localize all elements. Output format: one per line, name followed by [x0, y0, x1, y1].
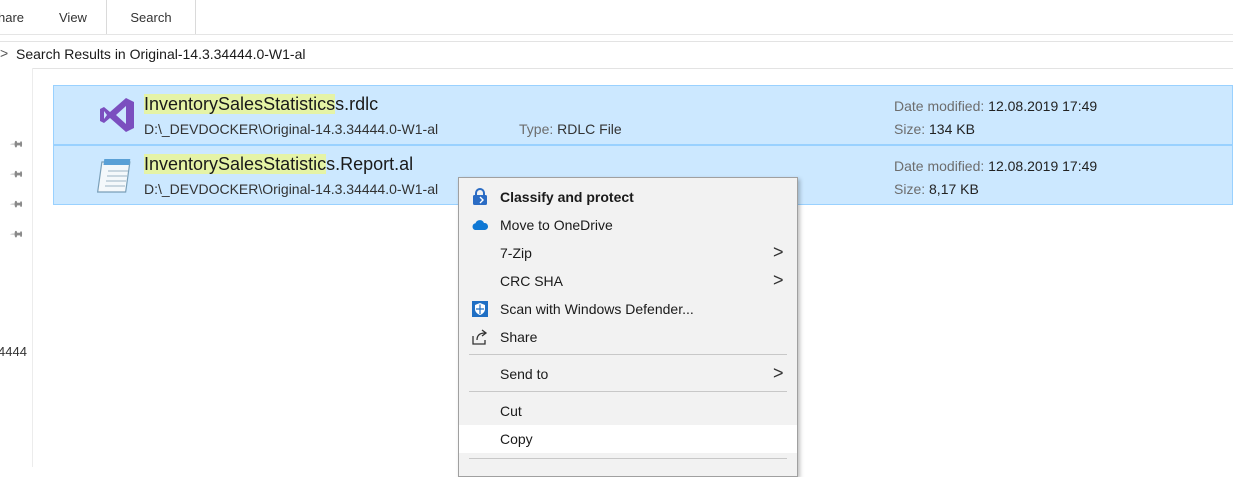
menu-item-label: 7-Zip [500, 245, 532, 261]
menu-item-label: Cut [500, 403, 522, 419]
menu-item-share[interactable]: Share [459, 323, 797, 351]
menu-item-7zip[interactable]: 7-Zip > [459, 239, 797, 267]
pin-icon[interactable]: 🖈 [9, 225, 27, 243]
menu-item-label: CRC SHA [500, 273, 564, 289]
result-row[interactable]: InventorySalesStatisticss.rdlc D:\_DEVDO… [53, 85, 1233, 145]
search-highlight: InventorySalesStatistic [144, 154, 327, 174]
ribbon: hare View Search [0, 0, 1233, 35]
menu-separator [469, 458, 787, 459]
defender-shield-icon [472, 301, 488, 317]
menu-item-label: Scan with Windows Defender... [500, 301, 694, 317]
date-label: Date modified: [894, 158, 985, 174]
onedrive-cloud-icon [472, 220, 489, 230]
file-type: Type: RDLC File [519, 121, 622, 137]
context-menu: Classify and protect Move to OneDrive 7-… [458, 177, 798, 477]
menu-item-scan-defender[interactable]: Scan with Windows Defender... [459, 295, 797, 323]
share-icon [472, 329, 488, 345]
menu-item-label: Share [500, 329, 538, 345]
type-label: Type: [519, 121, 554, 137]
size-label: Size: [894, 121, 926, 137]
pin-icon[interactable]: 🖈 [9, 135, 27, 153]
menu-item-classify-protect[interactable]: Classify and protect [459, 183, 797, 211]
file-name[interactable]: InventorySalesStatistics.Report.al [144, 154, 413, 175]
menu-item-send-to[interactable]: Send to > [459, 360, 797, 388]
menu-item-move-to-onedrive[interactable]: Move to OneDrive [459, 211, 797, 239]
menu-item-copy[interactable]: Copy [459, 425, 797, 453]
menu-item-label: Send to [500, 366, 549, 382]
file-path: D:\_DEVDOCKER\Original-14.3.34444.0-W1-a… [144, 181, 439, 197]
menu-item-crc-sha[interactable]: CRC SHA > [459, 267, 797, 295]
tab-view[interactable]: View [59, 0, 87, 34]
tab-search[interactable]: Search [106, 0, 196, 34]
pin-icon[interactable]: 🖈 [9, 195, 27, 213]
file-name[interactable]: InventorySalesStatisticss.rdlc [144, 94, 378, 115]
date-label: Date modified: [894, 98, 985, 114]
file-date: Date modified: 12.08.2019 17:49 [894, 158, 1097, 174]
size-value: 134 KB [929, 121, 975, 137]
size-label: Size: [894, 181, 926, 197]
nav-item-partial-label[interactable]: 4444 [0, 344, 27, 359]
navigation-pane: 🖈 🖈 🖈 🖈 4444 [0, 68, 33, 467]
pin-icon[interactable]: 🖈 [9, 165, 27, 183]
file-name-rest: s.Report.al [326, 154, 414, 174]
address-bar[interactable]: > Search Results in Original-14.3.34444.… [0, 41, 1233, 69]
visual-studio-icon [100, 98, 134, 132]
file-size: Size: 134 KB [894, 121, 975, 137]
date-value: 12.08.2019 17:49 [988, 158, 1098, 174]
submenu-arrow-icon: > [773, 270, 784, 290]
size-value: 8,17 KB [929, 181, 979, 197]
menu-item-label: Classify and protect [500, 189, 634, 205]
submenu-arrow-icon: > [773, 363, 784, 383]
tab-share[interactable]: hare [0, 0, 24, 34]
file-name-rest: s.rdlc [335, 94, 379, 114]
notepad-icon [96, 159, 131, 193]
menu-item-label: Copy [500, 431, 533, 447]
submenu-arrow-icon: > [773, 242, 784, 262]
file-size: Size: 8,17 KB [894, 181, 979, 197]
classify-lock-icon [473, 188, 487, 205]
search-highlight: InventorySalesStatistics [144, 94, 336, 114]
address-path[interactable]: Search Results in Original-14.3.34444.0-… [16, 46, 305, 62]
file-path: D:\_DEVDOCKER\Original-14.3.34444.0-W1-a… [144, 121, 439, 137]
chevron-right-icon[interactable]: > [0, 45, 8, 61]
file-date: Date modified: 12.08.2019 17:49 [894, 98, 1097, 114]
type-value: RDLC File [557, 121, 622, 137]
menu-item-label: Move to OneDrive [500, 217, 613, 233]
menu-item-cut[interactable]: Cut [459, 397, 797, 425]
date-value: 12.08.2019 17:49 [988, 98, 1098, 114]
menu-separator [469, 354, 787, 355]
menu-separator [469, 391, 787, 392]
